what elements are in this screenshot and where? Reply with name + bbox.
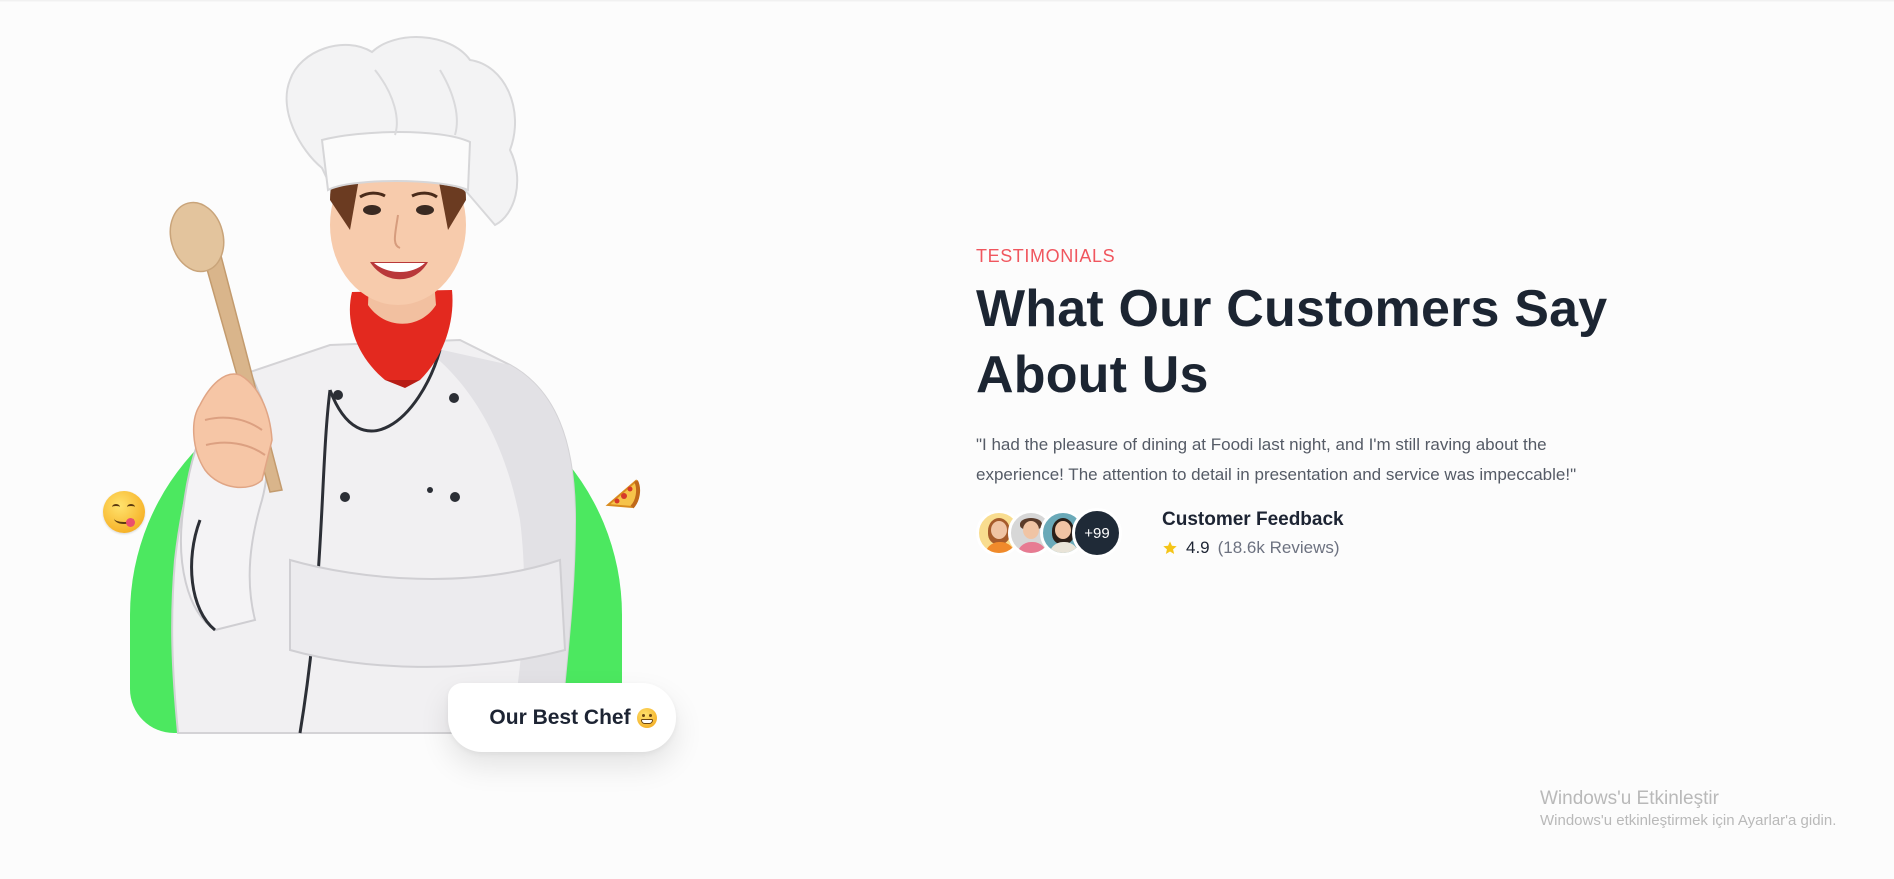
avatar-group: +99 [976, 508, 1160, 558]
testimonials-content: TESTIMONIALS What Our Customers Say Abou… [976, 246, 1616, 558]
rating-line: 4.9 (18.6k Reviews) [1162, 538, 1344, 558]
more-customers-count: +99 [1072, 508, 1122, 558]
section-headline: What Our Customers Say About Us [976, 276, 1616, 408]
watermark-subtitle: Windows'u etkinleştirmek için Ayarlar'a … [1540, 812, 1837, 829]
section-eyebrow: TESTIMONIALS [976, 246, 1116, 266]
customer-feedback: +99 Customer Feedback 4.9 (18.6k Reviews… [976, 508, 1616, 558]
windows-activation-watermark: Windows'u Etkinleştir Windows'u etkinleş… [1540, 787, 1836, 831]
feedback-summary: Customer Feedback 4.9 (18.6k Reviews) [1162, 508, 1344, 558]
pizza-icon [605, 479, 641, 509]
best-chef-badge: Our Best Chef [448, 683, 676, 752]
grin-face-icon [636, 707, 657, 728]
review-count: (18.6k Reviews) [1217, 538, 1340, 557]
watermark-title: Windows'u Etkinleştir [1540, 788, 1719, 809]
best-chef-label: Our Best Chef [489, 705, 631, 729]
rating-value: 4.9 [1186, 538, 1210, 557]
feedback-title: Customer Feedback [1162, 509, 1344, 530]
yum-face-icon [103, 491, 145, 533]
chef-visual: Our Best Chef [0, 0, 760, 879]
testimonials-page: Our Best Chef TESTIMONIALS What Our Cust… [0, 0, 1894, 879]
headline-line-2: About Us [976, 346, 1209, 404]
star-icon [1163, 541, 1177, 554]
testimonial-quote: "I had the pleasure of dining at Foodi l… [976, 435, 1577, 484]
headline-line-1: What Our Customers Say [976, 280, 1608, 338]
